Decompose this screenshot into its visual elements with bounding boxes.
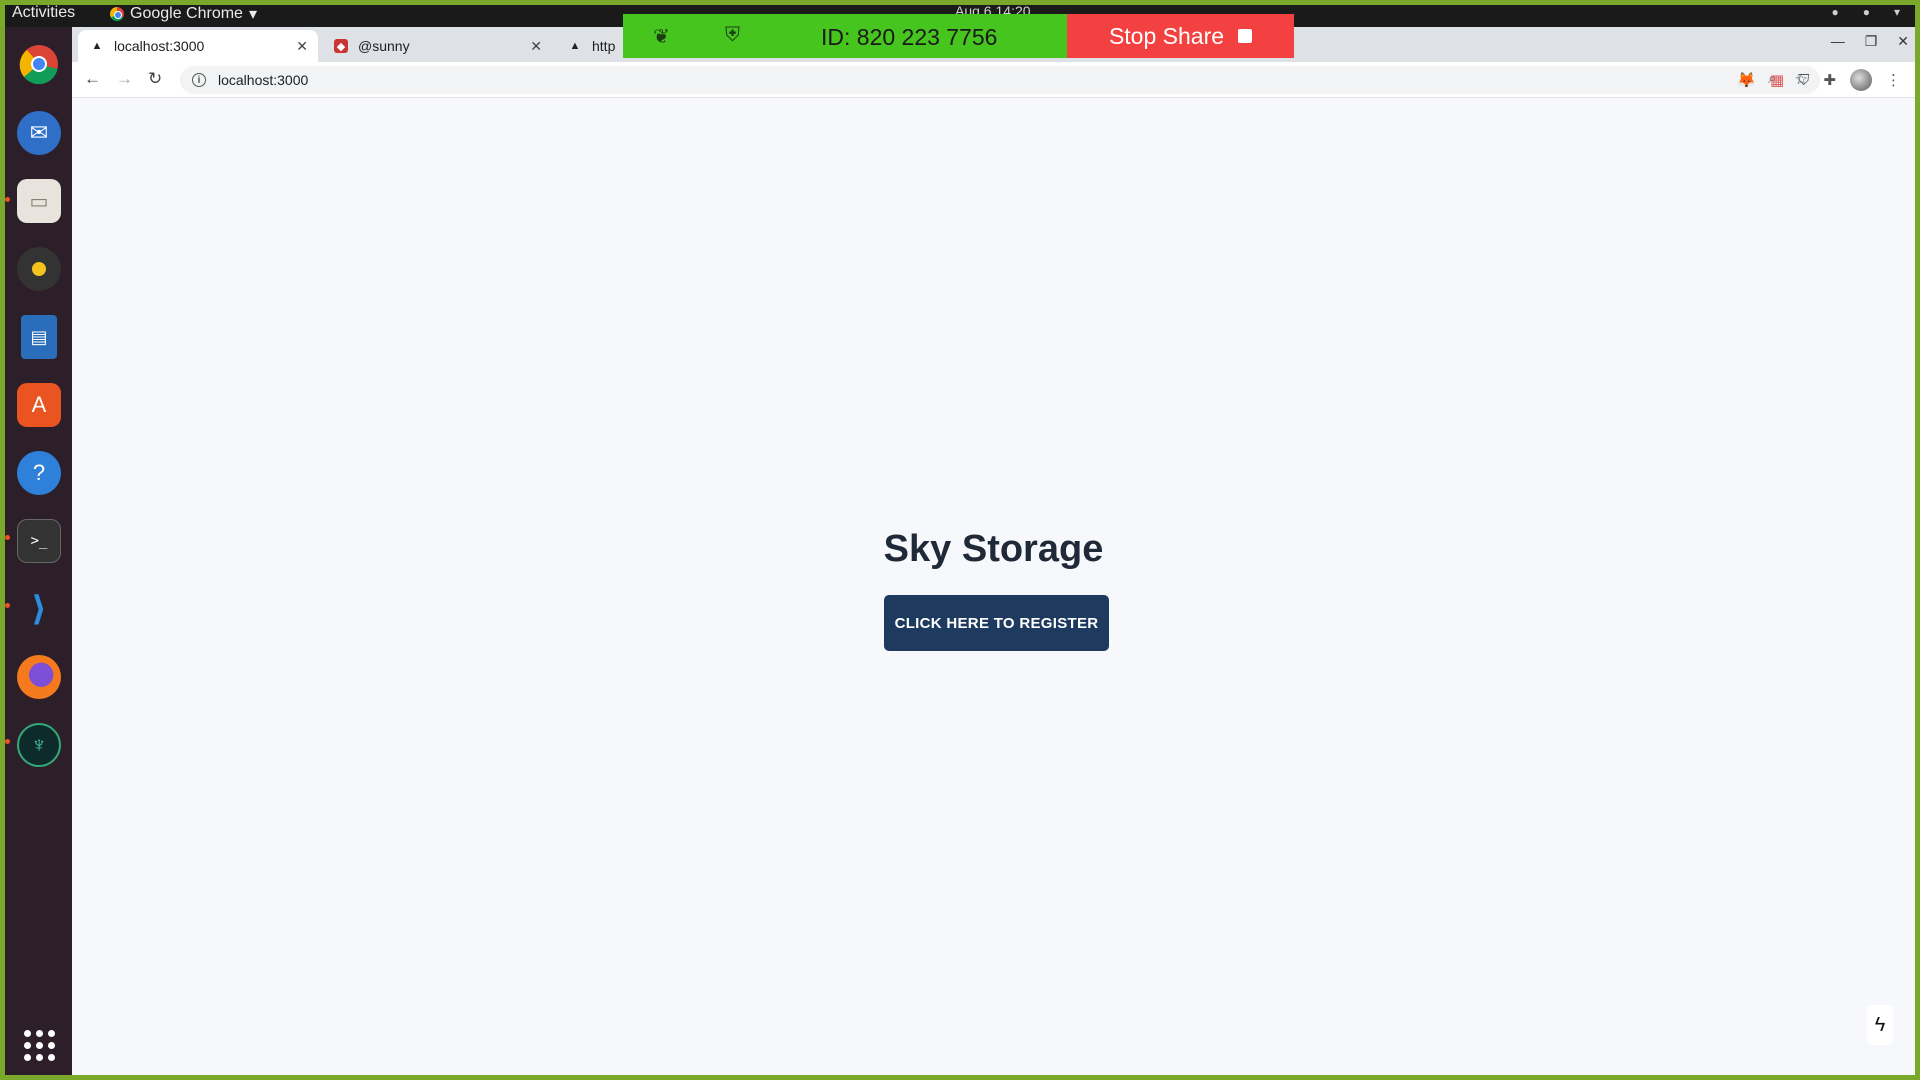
app-menu[interactable]: Google Chrome ▾: [110, 4, 257, 24]
info-icon[interactable]: i: [192, 73, 206, 87]
stop-square-icon: [1238, 29, 1253, 43]
chrome-window: ▲ localhost:3000 ✕ ◆ @sunny ✕ ▲ http — ❐…: [72, 27, 1915, 1075]
running-indicator: [5, 739, 10, 744]
help-icon[interactable]: ?: [17, 451, 61, 495]
share-status-panel: ❦ ⛨ ID: 820 223 7756: [623, 14, 1067, 58]
running-indicator: [5, 197, 10, 202]
minimize-icon[interactable]: —: [1831, 33, 1845, 50]
close-window-icon[interactable]: ✕: [1897, 33, 1909, 50]
chrome-icon: [110, 7, 124, 21]
rhythmbox-icon[interactable]: [17, 247, 61, 291]
restore-icon[interactable]: ❐: [1865, 33, 1878, 50]
extensions-row: 🦊 ▦ ⛉ ✚ ⋮: [1737, 69, 1901, 91]
browser-toolbar: ← → ↻ i localhost:3000 ⌕ ☆ 🦊 ▦ ⛉ ✚ ⋮: [72, 62, 1915, 98]
lightning-icon[interactable]: ϟ: [1867, 1005, 1893, 1045]
register-button[interactable]: CLICK HERE TO REGISTER: [884, 595, 1109, 651]
page-title: Sky Storage: [883, 528, 1104, 570]
chrome-icon[interactable]: [17, 42, 61, 86]
tab-label: http: [592, 38, 616, 54]
tab-sunny[interactable]: ◆ @sunny ✕: [322, 30, 552, 62]
chevron-down-icon: ▾: [248, 6, 257, 23]
forward-icon[interactable]: →: [116, 69, 133, 89]
terminal-icon[interactable]: >_: [17, 519, 61, 563]
tab-label: @sunny: [358, 38, 410, 54]
window-controls: — ❐ ✕: [1831, 33, 1909, 50]
close-icon[interactable]: ✕: [530, 38, 542, 55]
dock: ✉ ▭ ▤ A ? >_ ⟩ ♆: [5, 27, 72, 1075]
show-apps-icon: [23, 1029, 55, 1061]
files-icon[interactable]: ▭: [17, 179, 61, 223]
app-menu-label: Google Chrome: [130, 5, 243, 22]
tab-label: localhost:3000: [114, 38, 205, 54]
activities-button[interactable]: Activities: [12, 4, 75, 22]
thunderbird-icon[interactable]: ✉: [17, 111, 61, 155]
vercel-triangle-icon: ▲: [569, 40, 581, 52]
kebab-menu-icon[interactable]: ⋮: [1886, 71, 1901, 89]
writer-icon[interactable]: ▤: [21, 315, 57, 359]
stop-share-label: Stop Share: [1108, 22, 1225, 49]
address-bar[interactable]: i localhost:3000 ⌕ ☆: [180, 66, 1820, 94]
network-icon: ●: [1831, 5, 1839, 19]
page-content: Sky Storage CLICK HERE TO REGISTER ϟ: [72, 98, 1915, 1075]
close-icon[interactable]: ✕: [296, 38, 308, 55]
volume-icon: ●: [1862, 5, 1870, 19]
tab-localhost[interactable]: ▲ localhost:3000 ✕: [78, 30, 318, 62]
reload-icon[interactable]: ↻: [148, 69, 162, 89]
running-indicator: [5, 603, 10, 608]
power-icon: ▾: [1893, 5, 1900, 19]
firefox-icon[interactable]: [17, 655, 61, 699]
running-indicator: [5, 535, 10, 540]
stop-share-button[interactable]: Stop Share: [1067, 14, 1294, 58]
back-icon[interactable]: ←: [84, 69, 101, 89]
software-icon[interactable]: A: [17, 383, 61, 427]
metamask-icon[interactable]: 🦊: [1737, 71, 1756, 89]
app-favicon-icon: ◆: [334, 39, 348, 53]
gitkraken-icon[interactable]: ♆: [17, 723, 61, 767]
shield-check-icon[interactable]: ⛨: [725, 24, 740, 47]
screen-share-bar: ❦ ⛨ ID: 820 223 7756 Stop Share: [623, 14, 1294, 58]
leaf-icon[interactable]: ❦: [653, 24, 670, 49]
calendar-extension-icon[interactable]: ▦: [1770, 71, 1784, 89]
vscode-icon[interactable]: ⟩: [17, 587, 61, 631]
puzzle-icon[interactable]: ✚: [1823, 71, 1836, 89]
shield-extension-icon[interactable]: ⛉: [1798, 72, 1809, 89]
profile-avatar[interactable]: [1850, 69, 1872, 91]
system-tray[interactable]: ● ● ▾: [1831, 5, 1900, 19]
show-apps-button[interactable]: [17, 1023, 61, 1067]
vercel-triangle-icon: ▲: [91, 40, 103, 52]
meeting-id: ID: 820 223 7756: [821, 24, 998, 50]
url-text: localhost:3000: [218, 72, 309, 88]
